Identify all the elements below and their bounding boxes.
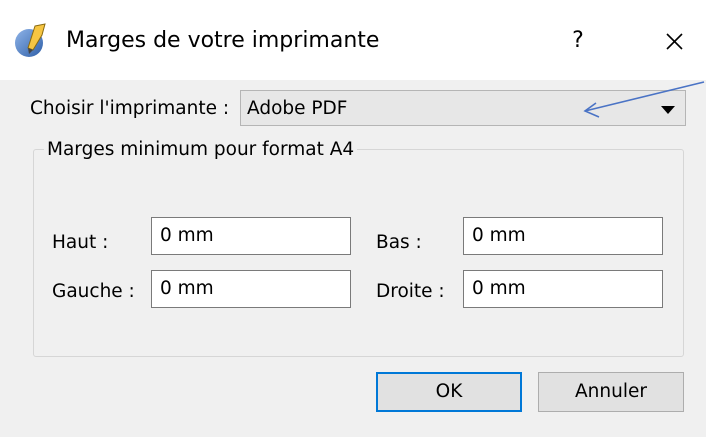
printer-margins-dialog: Marges de votre imprimante ? Choisir l'i… [0,0,706,437]
close-icon[interactable] [655,21,693,61]
printer-select[interactable]: Adobe PDF [240,90,686,126]
cancel-button[interactable]: Annuler [538,372,684,412]
top-margin-label: Haut : [52,232,109,253]
bottom-margin-label: Bas : [376,232,422,253]
left-margin-label: Gauche : [52,281,135,302]
app-icon [15,23,46,57]
left-margin-field[interactable]: 0 mm [151,270,351,308]
right-margin-field[interactable]: 0 mm [463,270,663,308]
top-margin-field[interactable]: 0 mm [151,217,351,255]
bottom-margin-field[interactable]: 0 mm [463,217,663,255]
dialog-body: Choisir l'imprimante : Adobe PDF Marges … [0,80,706,437]
window-title: Marges de votre imprimante [66,28,380,53]
printer-select-value: Adobe PDF [247,98,348,119]
printer-label: Choisir l'imprimante : [30,98,230,119]
ok-button[interactable]: OK [376,372,522,412]
dropdown-arrow-icon[interactable] [661,106,675,114]
margins-group-title: Marges minimum pour format A4 [44,137,358,163]
title-bar[interactable]: Marges de votre imprimante ? [0,0,706,80]
help-button[interactable]: ? [566,22,590,60]
right-margin-label: Droite : [376,281,445,302]
